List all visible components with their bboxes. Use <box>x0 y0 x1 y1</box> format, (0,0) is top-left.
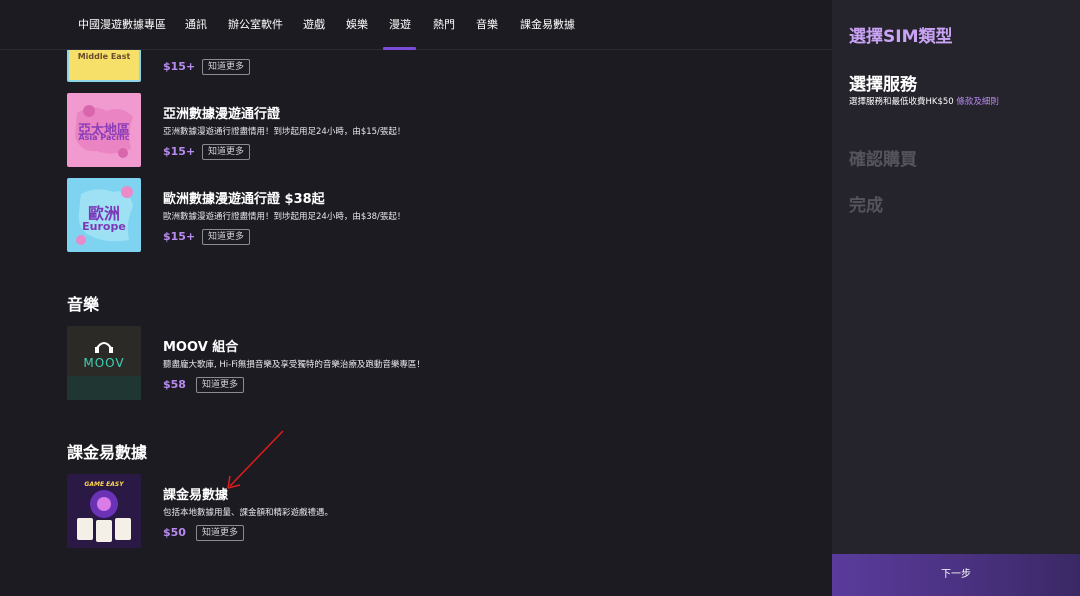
main-content: 中國漫遊數據專區 通訊 辦公室軟件 遊戲 娛樂 漫遊 熱門 音樂 課金易數據 M… <box>0 0 832 596</box>
top-nav: 中國漫遊數據專區 通訊 辦公室軟件 遊戲 娛樂 漫遊 熱門 音樂 課金易數據 <box>0 0 832 50</box>
asia-pass-price: $15+ <box>163 145 196 158</box>
asia-pass-more-button[interactable]: 知道更多 <box>202 144 251 160</box>
nav-item-office-software[interactable]: 辦公室軟件 <box>228 16 283 32</box>
step-complete: 完成 <box>849 196 883 216</box>
checkout-steps-panel: 選擇SIM類型 選擇服務 選擇服務和最低收費HK$50 條款及細則 確認購買 完… <box>832 0 1080 596</box>
step-select-service-subtitle: 選擇服務和最低收費HK$50 條款及細則 <box>849 95 999 107</box>
step-confirm-purchase: 確認購買 <box>849 150 917 170</box>
terms-link[interactable]: 條款及細則 <box>956 97 999 107</box>
europe-pass-price: $15+ <box>163 230 196 243</box>
nav-item-popular[interactable]: 熱門 <box>433 16 455 32</box>
nav-active-indicator <box>383 47 416 50</box>
asia-pass-title[interactable]: 亞洲數據漫遊通行證 <box>163 103 280 122</box>
middle-east-price: $15+ <box>163 60 196 73</box>
game-easy-section-title: 課金易數據 <box>67 443 148 462</box>
product-europe-pass: 歐洲 Europe 歐洲數據漫遊通行證 $38起 歐洲數據漫遊通行證盡情用！到埗… <box>67 178 727 252</box>
game-easy-thumbnail[interactable]: GAME EASY <box>67 474 141 548</box>
next-step-button[interactable]: 下一步 <box>832 554 1080 596</box>
product-moov: MOOV MOOV 組合 聽盡龐大歌庫, Hi-Fi無損音樂及享受獨特的音樂治療… <box>67 326 727 400</box>
moov-price: $58 <box>163 378 186 391</box>
nav-item-china-roaming[interactable]: 中國漫遊數據專區 <box>78 16 166 32</box>
moov-thumb-text: MOOV <box>83 356 125 370</box>
europe-pass-thumbnail[interactable]: 歐洲 Europe <box>67 178 141 252</box>
middle-east-more-button[interactable]: 知道更多 <box>202 59 251 75</box>
nav-item-game-easy[interactable]: 課金易數據 <box>520 16 575 32</box>
europe-pass-more-button[interactable]: 知道更多 <box>202 229 251 245</box>
game-easy-thumb-text: GAME EASY <box>84 481 124 488</box>
step-select-service[interactable]: 選擇服務 <box>849 70 917 95</box>
game-easy-description: 包括本地數據用量、課金額和精彩遊戲禮遇。 <box>163 508 334 518</box>
step-select-service-note: 選擇服務和最低收費HK$50 <box>849 97 954 107</box>
product-game-easy: GAME EASY 課金易數據 包括本地數據用量、課金額和精彩遊戲禮遇。 $50… <box>67 474 727 548</box>
asia-pass-thumbnail[interactable]: 亞太地區 Asia Pacific <box>67 93 141 167</box>
music-section-title: 音樂 <box>67 295 100 314</box>
middle-east-thumb-text: Middle East <box>77 52 131 61</box>
moov-description: 聽盡龐大歌庫, Hi-Fi無損音樂及享受獨特的音樂治療及跑動音樂專區！ <box>163 360 425 370</box>
game-easy-price: $50 <box>163 526 186 539</box>
europe-thumb-text-en: Europe <box>82 220 126 233</box>
moov-thumbnail[interactable]: MOOV <box>67 326 141 400</box>
moov-title[interactable]: MOOV 組合 <box>163 336 238 355</box>
asia-thumb-text-en: Asia Pacific <box>78 133 130 142</box>
europe-pass-title[interactable]: 歐洲數據漫遊通行證 $38起 <box>163 188 325 207</box>
asia-pass-description: 亞洲數據漫遊通行證盡情用！到埗起用足24小時，由$15/張起！ <box>163 127 406 137</box>
nav-item-roaming[interactable]: 漫遊 <box>389 16 411 32</box>
nav-item-entertainment[interactable]: 娛樂 <box>346 16 368 32</box>
game-easy-more-button[interactable]: 知道更多 <box>196 525 245 541</box>
step-select-sim[interactable]: 選擇SIM類型 <box>849 22 953 47</box>
red-arrow-annotation <box>227 430 284 489</box>
nav-item-music[interactable]: 音樂 <box>476 16 498 32</box>
game-easy-title[interactable]: 課金易數據 <box>163 484 228 503</box>
europe-pass-description: 歐洲數據漫遊通行證盡情用！到埗起用足24小時，由$38/張起！ <box>163 212 406 222</box>
nav-item-games[interactable]: 遊戲 <box>303 16 325 32</box>
product-asia-pass: 亞太地區 Asia Pacific 亞洲數據漫遊通行證 亞洲數據漫遊通行證盡情用… <box>67 93 727 167</box>
nav-item-communication[interactable]: 通訊 <box>185 16 207 32</box>
moov-more-button[interactable]: 知道更多 <box>196 377 245 393</box>
